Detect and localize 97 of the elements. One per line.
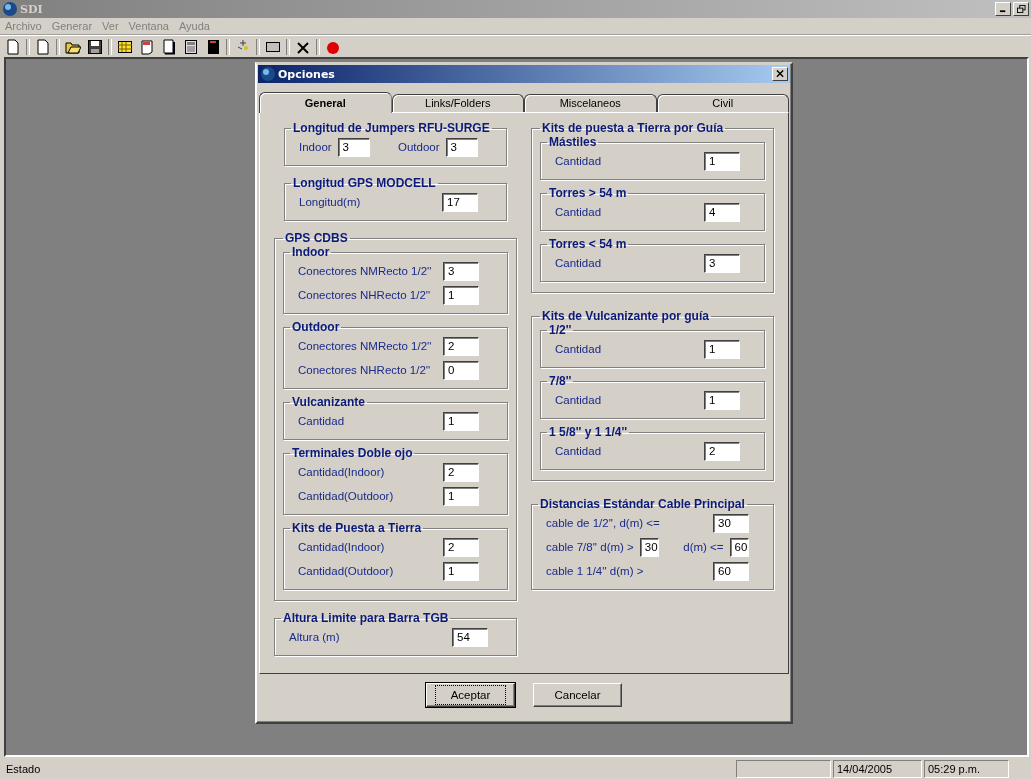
dialog-title: Opciones [278, 67, 336, 81]
field-label: Cantidad(Indoor) [297, 541, 386, 553]
group-title: Torres > 54 m [548, 186, 628, 200]
tab[interactable]: General [259, 92, 392, 113]
group-title: Indoor [291, 245, 331, 259]
field-label: Outdoor [398, 141, 440, 153]
field-label: Cantidad [554, 257, 603, 269]
restore-icon [1016, 5, 1026, 13]
field-label: cable 7/8'' d(m) > [545, 541, 634, 553]
group-title: Longitud GPS MODCELL [292, 176, 437, 190]
group-title: Kits de Vulcanizante por guía [541, 309, 710, 323]
field-label: Conectores NHRecto 1/2'' [297, 289, 432, 301]
dialog-button[interactable]: Cancelar [533, 683, 622, 707]
input-field[interactable]: 2 [704, 441, 740, 461]
field-label: Longitud(m) [298, 196, 362, 208]
input-field[interactable]: 30 [639, 537, 660, 557]
minimize-button[interactable] [995, 2, 1011, 16]
document-icon [139, 38, 155, 55]
field-label: Cantidad [554, 155, 603, 167]
save-icon [87, 38, 103, 55]
input-field[interactable]: 54 [452, 627, 488, 647]
input-field[interactable]: 1 [704, 151, 740, 171]
input-field[interactable]: 3 [704, 253, 740, 273]
field-label: Cantidad(Outdoor) [297, 565, 395, 577]
group-title: 1 5/8'' y 1 1/4'' [548, 425, 629, 439]
input-field[interactable]: 1 [443, 285, 479, 305]
group-title: Vulcanizante [291, 395, 366, 409]
input-field[interactable]: 60 [713, 561, 749, 581]
input-field[interactable]: 17 [442, 192, 478, 212]
input-field[interactable]: 3 [337, 137, 370, 157]
input-field[interactable]: 0 [443, 360, 479, 380]
group-title: Longitud de Jumpers RFU-SURGE [292, 121, 491, 135]
group-title: Distancias Estándar Cable Principal [539, 497, 746, 511]
dialog-button[interactable]: Aceptar [426, 683, 515, 707]
document-icon [5, 38, 21, 55]
status-date: 14/04/2005 [833, 760, 922, 778]
grid-icon [117, 38, 133, 55]
group-title: Kits de puesta a Tierra por Guía [541, 121, 725, 135]
field-label: Cantidad [554, 343, 603, 355]
group-title: Torres < 54 m [548, 237, 628, 251]
field-label: Cantidad(Indoor) [297, 466, 386, 478]
document-icon [35, 38, 51, 55]
window-title: SDI [20, 2, 44, 16]
input-field[interactable]: 3 [445, 137, 478, 157]
toolbar-button[interactable] [205, 38, 221, 55]
field-label: Conectores NMRecto 1/2'' [297, 265, 433, 277]
group-title: Altura Limite para Barra TGB [282, 611, 450, 625]
status-time: 05:29 p.m. [924, 760, 1009, 778]
input-field[interactable]: 4 [704, 202, 740, 222]
close-icon [775, 70, 785, 78]
input-field[interactable]: 1 [704, 390, 740, 410]
globe-icon [2, 1, 18, 17]
toolbar-button[interactable] [183, 38, 199, 55]
group-title: GPS CDBS [284, 231, 349, 245]
input-field[interactable]: 30 [713, 513, 749, 533]
input-field[interactable]: 2 [443, 336, 479, 356]
group-title: 1/2'' [548, 323, 573, 337]
input-field[interactable]: 60 [729, 537, 749, 557]
toolbar-button[interactable] [35, 38, 51, 55]
field-label: Conectores NMRecto 1/2'' [297, 340, 433, 352]
group-title: Terminales Doble ojo [291, 446, 414, 460]
field-label: cable 1 1/4'' d(m) > [545, 565, 645, 577]
field-label: Conectores NHRecto 1/2'' [297, 364, 432, 376]
group-title: Kits de Puesta a Tierra [291, 521, 423, 535]
group-title: Mástiles [548, 135, 598, 149]
field-label: Cantidad [554, 394, 603, 406]
tab[interactable]: Links/Folders [391, 94, 524, 112]
status-text: Estado [5, 762, 42, 777]
field-label: Cantidad [554, 445, 603, 457]
input-field[interactable]: 3 [443, 261, 479, 281]
tab[interactable]: Miscelaneos [524, 94, 657, 112]
globe-icon [260, 66, 276, 82]
calculator-icon [183, 38, 199, 55]
field-label: Indoor [298, 141, 332, 153]
input-field[interactable]: 1 [443, 486, 479, 506]
toolbar-button[interactable] [117, 38, 133, 55]
field-label: Cantidad [554, 206, 603, 218]
input-field[interactable]: 1 [443, 561, 479, 581]
document-icon [205, 38, 221, 55]
input-field[interactable]: 1 [443, 411, 479, 431]
tab[interactable]: Civil [656, 94, 789, 112]
input-field[interactable]: 1 [704, 339, 740, 359]
toolbar-button[interactable] [5, 38, 21, 55]
toolbar-button[interactable] [87, 38, 103, 55]
group-title: 7/8'' [548, 374, 573, 388]
document-icon [161, 38, 177, 55]
input-field[interactable]: 2 [443, 537, 479, 557]
field-label: Cantidad(Outdoor) [297, 490, 395, 502]
group-title: Outdoor [291, 320, 341, 334]
close-button[interactable] [772, 67, 788, 81]
restore-button[interactable] [1013, 2, 1029, 16]
field-label: cable de 1/2'', d(m) <= [545, 517, 661, 529]
field-label: Altura (m) [288, 631, 341, 643]
toolbar-button[interactable] [161, 38, 177, 55]
field-label: d(m) <= [683, 541, 724, 553]
input-field[interactable]: 2 [443, 462, 479, 482]
field-label: Cantidad [297, 415, 346, 427]
